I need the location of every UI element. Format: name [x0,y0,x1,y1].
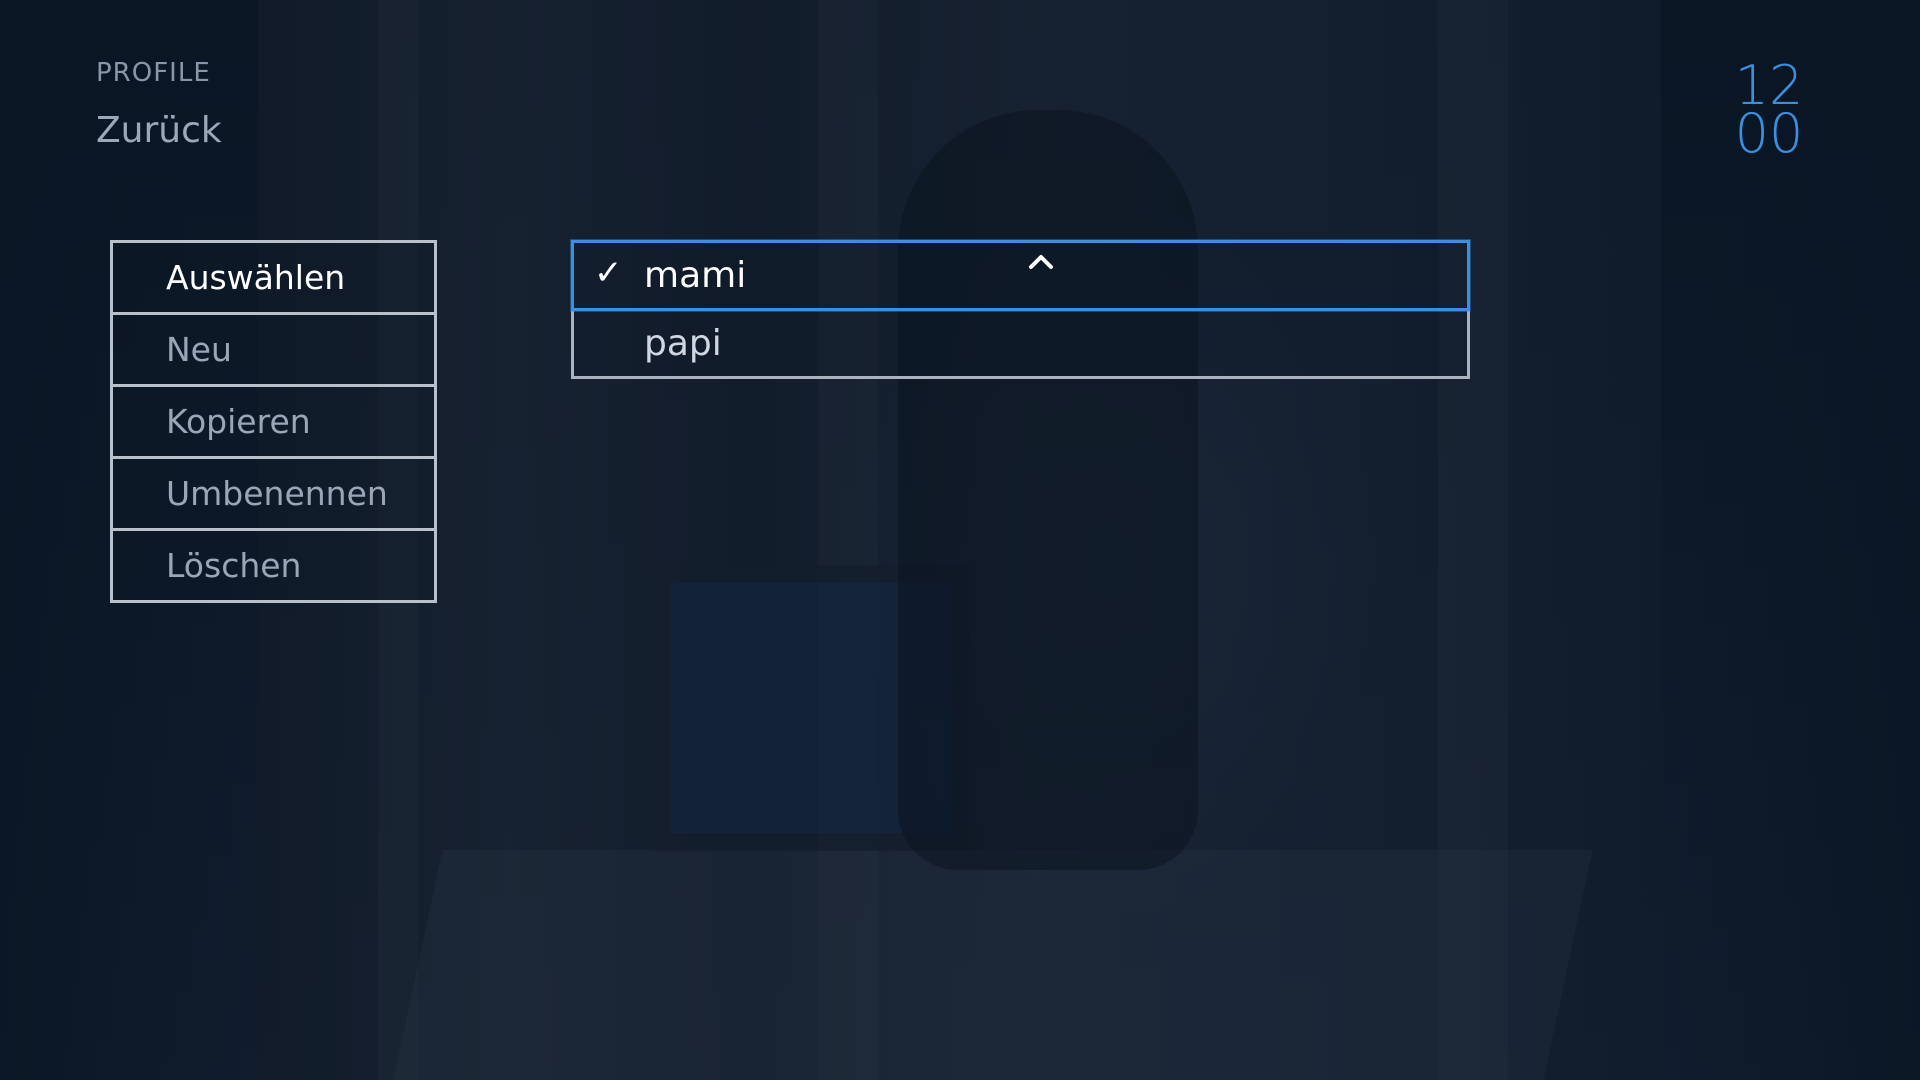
profile-row-papi[interactable]: papi [571,308,1470,379]
menu-item-neu[interactable]: Neu [110,312,437,387]
clock: 12 00 [1724,59,1814,165]
chevron-up-icon[interactable] [1026,247,1056,277]
back-button[interactable]: Zurück [96,110,222,151]
profile-actions-menu: Auswählen Neu Kopieren Umbenennen Lösche… [110,240,437,603]
menu-item-umbenennen[interactable]: Umbenennen [110,456,437,531]
menu-item-loeschen[interactable]: Löschen [110,528,437,603]
check-icon: ✓ [594,253,623,293]
section-title: PROFILE [96,58,211,88]
tv-screen: PROFILE Zurück 12 00 Auswählen Neu Kopie… [0,0,1920,1080]
clock-minutes: 00 [1734,102,1804,165]
menu-item-kopieren[interactable]: Kopieren [110,384,437,459]
profile-list: ✓ mami papi [571,240,1470,379]
profile-name: mami [644,255,747,296]
profile-name: papi [644,323,722,364]
profile-row-mami[interactable]: ✓ mami [571,240,1470,311]
menu-item-auswaehlen[interactable]: Auswählen [110,240,437,315]
